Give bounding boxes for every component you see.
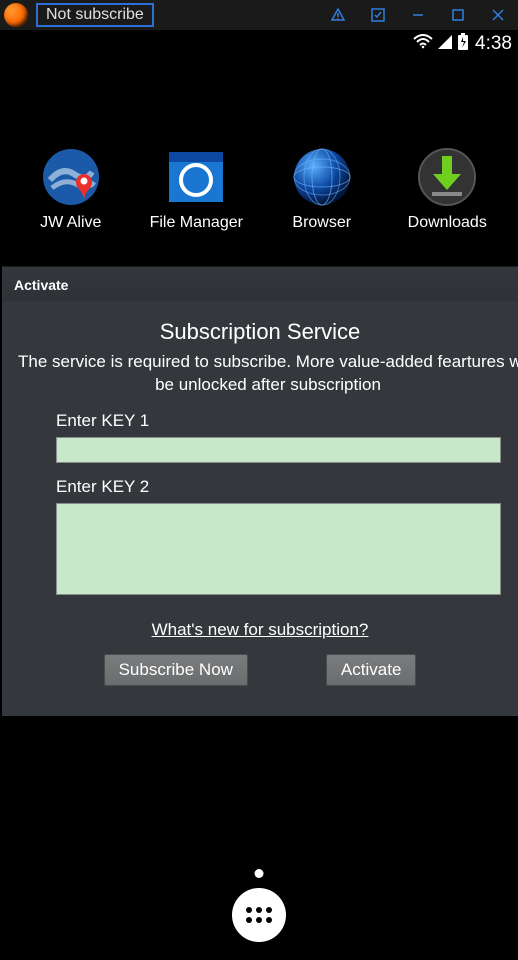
app-file-manager[interactable]: File Manager [142,148,250,232]
activate-panel: Activate Subscription Service The servic… [2,266,518,716]
page-indicator-dot [255,869,264,878]
warning-icon[interactable] [322,0,354,30]
app-label: Downloads [408,214,487,232]
window-title: Not subscribe [36,3,154,27]
subscribe-now-button[interactable]: Subscribe Now [104,654,248,686]
close-button[interactable] [482,0,514,30]
key1-label: Enter KEY 1 [56,411,500,431]
key1-input[interactable] [56,437,501,463]
activate-button[interactable]: Activate [326,654,416,686]
activate-tab-label: Activate [2,267,518,301]
key2-input[interactable] [56,503,501,595]
subscription-description: The service is required to subscribe. Mo… [2,351,518,397]
app-logo-icon [4,3,28,27]
signal-icon [437,34,453,55]
app-downloads[interactable]: Downloads [393,148,501,232]
app-drawer-icon [246,907,272,923]
jw-alive-icon [42,148,100,206]
app-browser[interactable]: Browser [268,148,376,232]
app-label: Browser [292,214,351,232]
clock-text: 4:38 [475,33,512,55]
wifi-icon [413,34,433,55]
key2-label: Enter KEY 2 [56,477,500,497]
whats-new-link[interactable]: What's new for subscription? [152,620,369,640]
window-titlebar: Not subscribe [0,0,518,30]
app-jw-alive[interactable]: JW Alive [17,148,125,232]
home-screen: JW Alive File Manager [0,58,518,232]
android-statusbar: 4:38 [0,30,518,58]
downloads-icon [418,148,476,206]
file-manager-icon [167,148,225,206]
app-label: File Manager [150,214,243,232]
battery-icon [457,33,469,56]
browser-icon [293,148,351,206]
checkbox-icon[interactable] [362,0,394,30]
app-drawer-button[interactable] [232,888,286,942]
app-label: JW Alive [40,214,101,232]
maximize-button[interactable] [442,0,474,30]
subscription-title: Subscription Service [2,319,518,345]
minimize-button[interactable] [402,0,434,30]
